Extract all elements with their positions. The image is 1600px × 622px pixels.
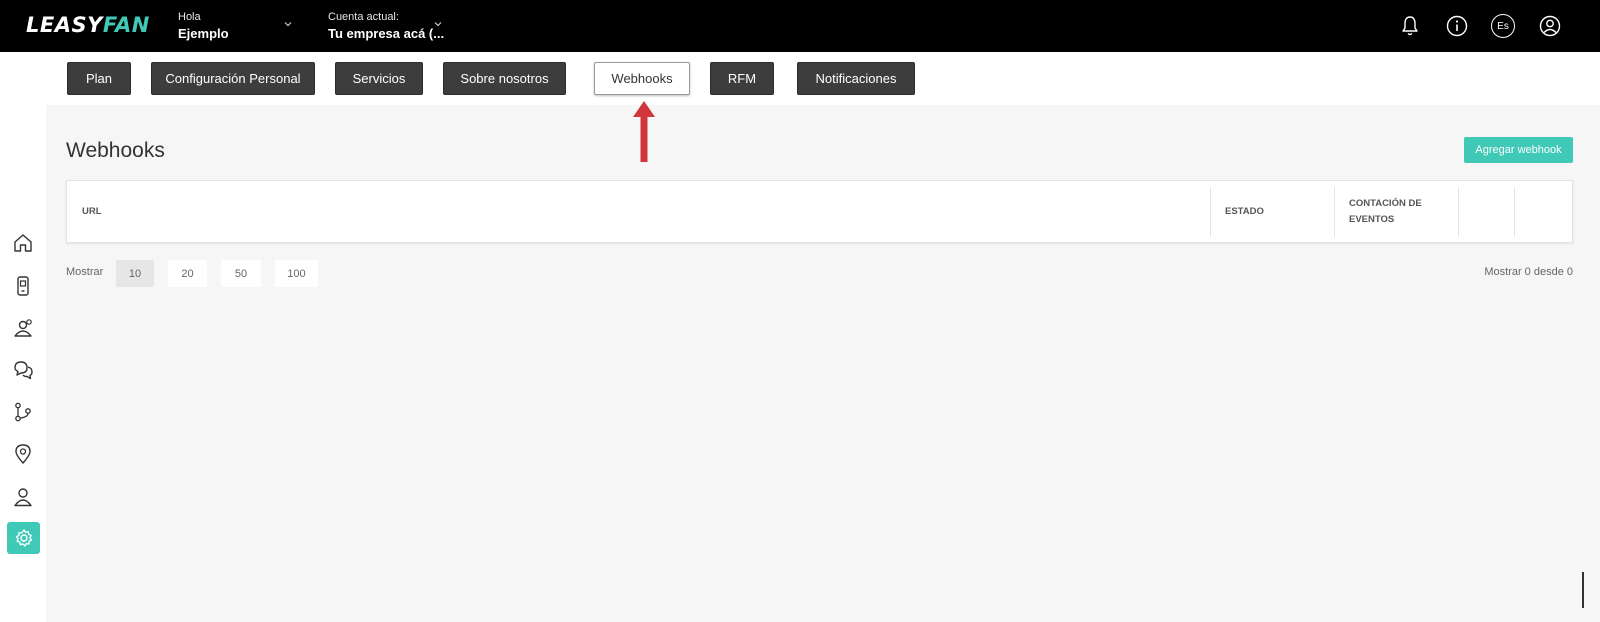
logo-text-fan: FAN (102, 13, 150, 37)
chevron-down-icon[interactable] (432, 18, 444, 30)
language-label: Es (1497, 20, 1509, 32)
sidebar-item-account[interactable] (10, 484, 36, 510)
tab-sobre-nosotros[interactable]: Sobre nosotros (443, 62, 566, 95)
users-icon (14, 319, 32, 337)
scrollbar[interactable] (1582, 572, 1584, 608)
record-count: Mostrar 0 desde 0 (1484, 266, 1573, 278)
logo-text-leasy: LEASY (26, 13, 103, 37)
tab-servicios[interactable]: Servicios (335, 62, 423, 95)
account-label: Cuenta actual: (328, 11, 399, 23)
column-header-estado[interactable]: ESTADO (1210, 181, 1334, 242)
page-size-option-50[interactable]: 50 (221, 260, 261, 287)
greeting-label: Hola (178, 11, 201, 23)
tab-configuracion-personal[interactable]: Configuración Personal (151, 62, 315, 95)
sidebar-item-messages[interactable] (10, 357, 36, 383)
sidebar-item-devices[interactable] (10, 273, 36, 299)
sidebar-item-settings[interactable] (7, 522, 40, 554)
tab-plan[interactable]: Plan (67, 62, 131, 95)
sidebar-item-flows[interactable] (10, 399, 36, 425)
settings-tabs: Plan Configuración Personal Servicios So… (46, 52, 1600, 105)
webhooks-table: URL ESTADO CONTACIÓN DE EVENTOS (66, 180, 1573, 243)
add-webhook-button[interactable]: Agregar webhook (1464, 137, 1573, 163)
bell-icon[interactable] (1398, 14, 1422, 38)
column-header-actions (1514, 181, 1572, 242)
account-selector[interactable]: Cuenta actual: Tu empresa acá (... (328, 11, 444, 41)
settings-icon (15, 529, 32, 547)
chat-icon (14, 361, 33, 380)
annotation-arrow-icon (633, 101, 655, 162)
top-bar: LEASYFAN Hola Ejemplo Cuenta actual: Tu … (0, 0, 1600, 52)
sidebar-item-contacts[interactable] (10, 315, 36, 341)
page-size-option-20[interactable]: 20 (168, 260, 207, 287)
tab-rfm[interactable]: RFM (710, 62, 774, 95)
page-size-option-100[interactable]: 100 (275, 260, 318, 287)
language-selector[interactable]: Es (1491, 14, 1515, 38)
sidebar-item-home[interactable] (10, 230, 36, 256)
user-greeting[interactable]: Hola Ejemplo (178, 11, 229, 41)
sidebar (0, 52, 46, 622)
sidebar-item-locations[interactable] (10, 441, 36, 467)
chevron-down-icon[interactable] (282, 18, 294, 30)
info-icon[interactable] (1445, 14, 1469, 38)
column-header-contacion-eventos[interactable]: CONTACIÓN DE EVENTOS (1334, 181, 1458, 242)
page-title: Webhooks (66, 139, 165, 162)
mobile-device-icon (17, 276, 29, 296)
flow-icon (15, 402, 31, 422)
tab-webhooks[interactable]: Webhooks (594, 62, 690, 95)
page-size-option-10[interactable]: 10 (116, 260, 154, 287)
main-content: Webhooks Agregar webhook URL ESTADO CONT… (46, 105, 1600, 622)
user-name: Ejemplo (178, 26, 229, 41)
location-icon (15, 444, 31, 464)
home-icon (14, 234, 32, 252)
column-header-empty (1458, 181, 1514, 242)
page-size-label: Mostrar (66, 266, 104, 278)
column-header-url[interactable]: URL (67, 181, 1210, 242)
user-profile-icon[interactable] (1538, 14, 1562, 38)
tab-notificaciones[interactable]: Notificaciones (797, 62, 915, 95)
account-name: Tu empresa acá (... (328, 26, 445, 41)
leasyfan-logo[interactable]: LEASYFAN (26, 13, 150, 37)
user-icon (14, 488, 32, 507)
